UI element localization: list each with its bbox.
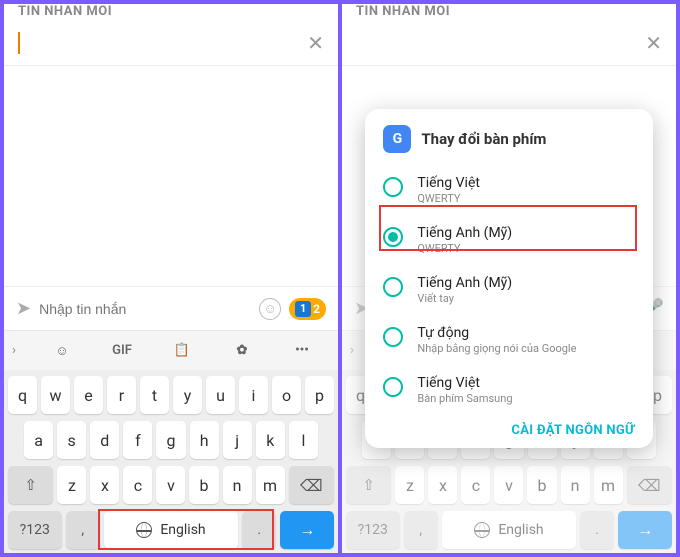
keyboard-switcher-overlay: G Thay đổi bàn phím Tiếng ViệtQWERTYTiến… bbox=[342, 4, 676, 553]
option-sublabel: QWERTY bbox=[417, 242, 512, 255]
key-f[interactable]: f bbox=[123, 421, 152, 459]
keyboard-option[interactable]: Tự độngNhập bằng giọng nói của Google bbox=[365, 315, 652, 365]
key-s[interactable]: s bbox=[57, 421, 86, 459]
key-j[interactable]: j bbox=[223, 421, 252, 459]
option-label: Tiếng Anh (Mỹ) bbox=[417, 275, 512, 291]
key-x[interactable]: x bbox=[90, 466, 119, 504]
backspace-key[interactable]: ⌫ bbox=[289, 466, 334, 504]
key-i[interactable]: i bbox=[239, 376, 268, 414]
clipboard-icon[interactable]: 📋 bbox=[154, 343, 210, 358]
attach-icon[interactable]: ➤ bbox=[16, 298, 31, 319]
radio-icon bbox=[383, 377, 403, 397]
option-sublabel: QWERTY bbox=[417, 192, 480, 205]
recipient-row: ✕ bbox=[4, 20, 338, 66]
keyboard-toolbar: › ☺ GIF 📋 ✿ ••• bbox=[4, 330, 338, 370]
key-u[interactable]: u bbox=[206, 376, 235, 414]
keyboard-option[interactable]: Tiếng ViệtQWERTY bbox=[365, 165, 652, 215]
enter-key[interactable]: → bbox=[280, 511, 334, 549]
settings-icon[interactable]: ✿ bbox=[214, 343, 270, 358]
send-sim-button[interactable]: 12 bbox=[289, 298, 326, 320]
key-m[interactable]: m bbox=[256, 466, 285, 504]
option-sublabel: Nhập bằng giọng nói của Google bbox=[417, 342, 576, 355]
radio-icon bbox=[383, 177, 403, 197]
sticker-icon[interactable]: ☺ bbox=[34, 343, 90, 359]
comma-key[interactable]: , bbox=[66, 511, 100, 549]
key-n[interactable]: n bbox=[223, 466, 252, 504]
phone-left: TIN NHAN MOI ✕ ➤ ☺ 12 › ☺ GIF 📋 ✿ ••• qw… bbox=[4, 4, 338, 553]
option-sublabel: Bàn phím Samsung bbox=[417, 392, 512, 405]
option-label: Tiếng Việt bbox=[417, 175, 480, 191]
key-g[interactable]: g bbox=[156, 421, 185, 459]
compose-row: ➤ ☺ 12 bbox=[4, 286, 338, 330]
language-label: English bbox=[160, 522, 205, 538]
toolbar-expand-icon[interactable]: › bbox=[12, 343, 30, 358]
screen-title: TIN NHAN MOI bbox=[4, 4, 338, 20]
more-icon[interactable]: ••• bbox=[274, 343, 330, 358]
compose-input[interactable] bbox=[39, 301, 251, 317]
period-key[interactable]: . bbox=[242, 511, 276, 549]
sim-number: 1 bbox=[295, 301, 311, 317]
keyboard-option[interactable]: Tiếng Anh (Mỹ)Viết tay bbox=[365, 265, 652, 315]
key-o[interactable]: o bbox=[272, 376, 301, 414]
option-label: Tiếng Việt bbox=[417, 375, 512, 391]
key-row-bottom: ?123 , English . → bbox=[8, 511, 334, 549]
key-row-3: ⇧ zxcvbnm ⌫ bbox=[8, 466, 334, 504]
key-d[interactable]: d bbox=[90, 421, 119, 459]
phone-right: TIN NHAN MOI ✕ ➤ ☺ 🎤 › ☺ GIF 📋 ✿ ••• qwe… bbox=[342, 4, 676, 553]
message-body bbox=[4, 66, 338, 286]
shift-key[interactable]: ⇧ bbox=[8, 466, 53, 504]
key-l[interactable]: l bbox=[289, 421, 318, 459]
option-label: Tự động bbox=[417, 325, 576, 341]
key-t[interactable]: t bbox=[140, 376, 169, 414]
option-label: Tiếng Anh (Mỹ) bbox=[417, 225, 512, 241]
key-q[interactable]: q bbox=[8, 376, 37, 414]
key-y[interactable]: y bbox=[173, 376, 202, 414]
key-z[interactable]: z bbox=[57, 466, 86, 504]
key-p[interactable]: p bbox=[305, 376, 334, 414]
keyboard-switcher-popup: G Thay đổi bàn phím Tiếng ViệtQWERTYTiến… bbox=[365, 109, 652, 448]
recipient-input[interactable] bbox=[20, 34, 307, 51]
keyboard-option[interactable]: Tiếng ViệtBàn phím Samsung bbox=[365, 365, 652, 415]
key-h[interactable]: h bbox=[190, 421, 219, 459]
keyboard-option[interactable]: Tiếng Anh (Mỹ)QWERTY bbox=[365, 215, 652, 265]
key-row-2: asdfghjkl bbox=[8, 421, 334, 459]
key-v[interactable]: v bbox=[156, 466, 185, 504]
clear-icon[interactable]: ✕ bbox=[307, 31, 324, 55]
key-w[interactable]: w bbox=[41, 376, 70, 414]
numswitch-key[interactable]: ?123 bbox=[8, 511, 62, 549]
radio-icon bbox=[383, 277, 403, 297]
gboard-icon: G bbox=[383, 125, 411, 153]
keyboard: qwertyuiop asdfghjkl ⇧ zxcvbnm ⌫ ?123 , … bbox=[4, 370, 338, 553]
key-row-1: qwertyuiop bbox=[8, 376, 334, 414]
key-b[interactable]: b bbox=[189, 466, 218, 504]
radio-icon bbox=[383, 227, 403, 247]
key-r[interactable]: r bbox=[107, 376, 136, 414]
emoji-icon[interactable]: ☺ bbox=[259, 298, 281, 320]
language-spacebar[interactable]: English bbox=[104, 511, 238, 549]
gif-button[interactable]: GIF bbox=[94, 343, 150, 358]
radio-icon bbox=[383, 327, 403, 347]
key-c[interactable]: c bbox=[123, 466, 152, 504]
language-settings-link[interactable]: CÀI ĐẶT NGÔN NGỮ bbox=[365, 415, 652, 438]
globe-icon bbox=[136, 522, 152, 538]
option-sublabel: Viết tay bbox=[417, 292, 512, 305]
popup-title: G Thay đổi bàn phím bbox=[365, 125, 652, 165]
key-k[interactable]: k bbox=[256, 421, 285, 459]
key-e[interactable]: e bbox=[74, 376, 103, 414]
key-a[interactable]: a bbox=[24, 421, 53, 459]
